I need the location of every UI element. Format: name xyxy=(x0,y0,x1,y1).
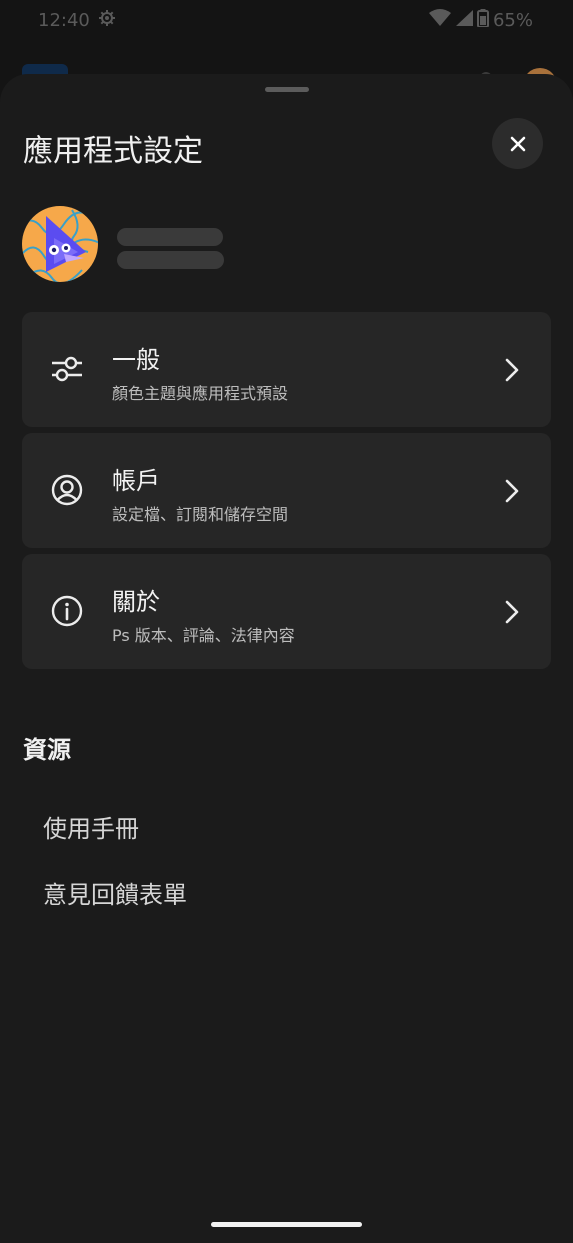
wifi-icon xyxy=(428,8,451,32)
battery-percent: 65% xyxy=(492,9,533,31)
menu-item-title: 帳戶 xyxy=(112,467,160,495)
menu-item-general[interactable]: 一般 顏色主題與應用程式預設 xyxy=(22,312,551,427)
menu-item-title: 關於 xyxy=(112,588,160,616)
status-time: 12:40 xyxy=(38,9,90,31)
status-left: 12:40 xyxy=(38,9,116,32)
menu-item-title: 一般 xyxy=(112,346,160,374)
avatar xyxy=(22,206,98,282)
gear-icon xyxy=(98,9,116,32)
status-bar: 12:40 65% xyxy=(0,0,573,40)
signal-icon xyxy=(455,9,473,32)
page-title: 應用程式設定 xyxy=(23,134,203,169)
account-circle-icon xyxy=(50,473,84,507)
user-guide-link[interactable]: 使用手冊 xyxy=(43,809,139,844)
chevron-right-icon xyxy=(500,356,524,384)
chevron-right-icon xyxy=(500,477,524,505)
sliders-icon xyxy=(50,352,84,386)
menu-item-subtitle: 設定檔、訂閱和儲存空間 xyxy=(112,505,289,524)
menu-item-account[interactable]: 帳戶 設定檔、訂閱和儲存空間 xyxy=(22,433,551,548)
menu-item-about[interactable]: 關於 Ps 版本、評論、法律內容 xyxy=(22,554,551,669)
close-button[interactable] xyxy=(492,118,543,169)
battery-icon xyxy=(476,8,489,32)
close-icon xyxy=(510,136,525,151)
info-icon xyxy=(50,594,84,628)
chevron-right-icon xyxy=(500,598,524,626)
menu-item-subtitle: Ps 版本、評論、法律內容 xyxy=(112,626,295,645)
status-right: 65% xyxy=(428,8,533,32)
settings-sheet: 應用程式設定 一般 顏色主題與應用程式預設 帳戶 設定檔、訂閱和儲存空間 關於 … xyxy=(0,74,573,1243)
drag-handle[interactable] xyxy=(265,87,309,92)
menu-item-subtitle: 顏色主題與應用程式預設 xyxy=(112,384,289,403)
profile-name-placeholder xyxy=(117,228,223,246)
resources-heading: 資源 xyxy=(23,736,71,764)
profile-email-placeholder xyxy=(117,251,224,269)
home-indicator[interactable] xyxy=(211,1222,362,1227)
feedback-form-link[interactable]: 意見回饋表單 xyxy=(43,875,187,910)
